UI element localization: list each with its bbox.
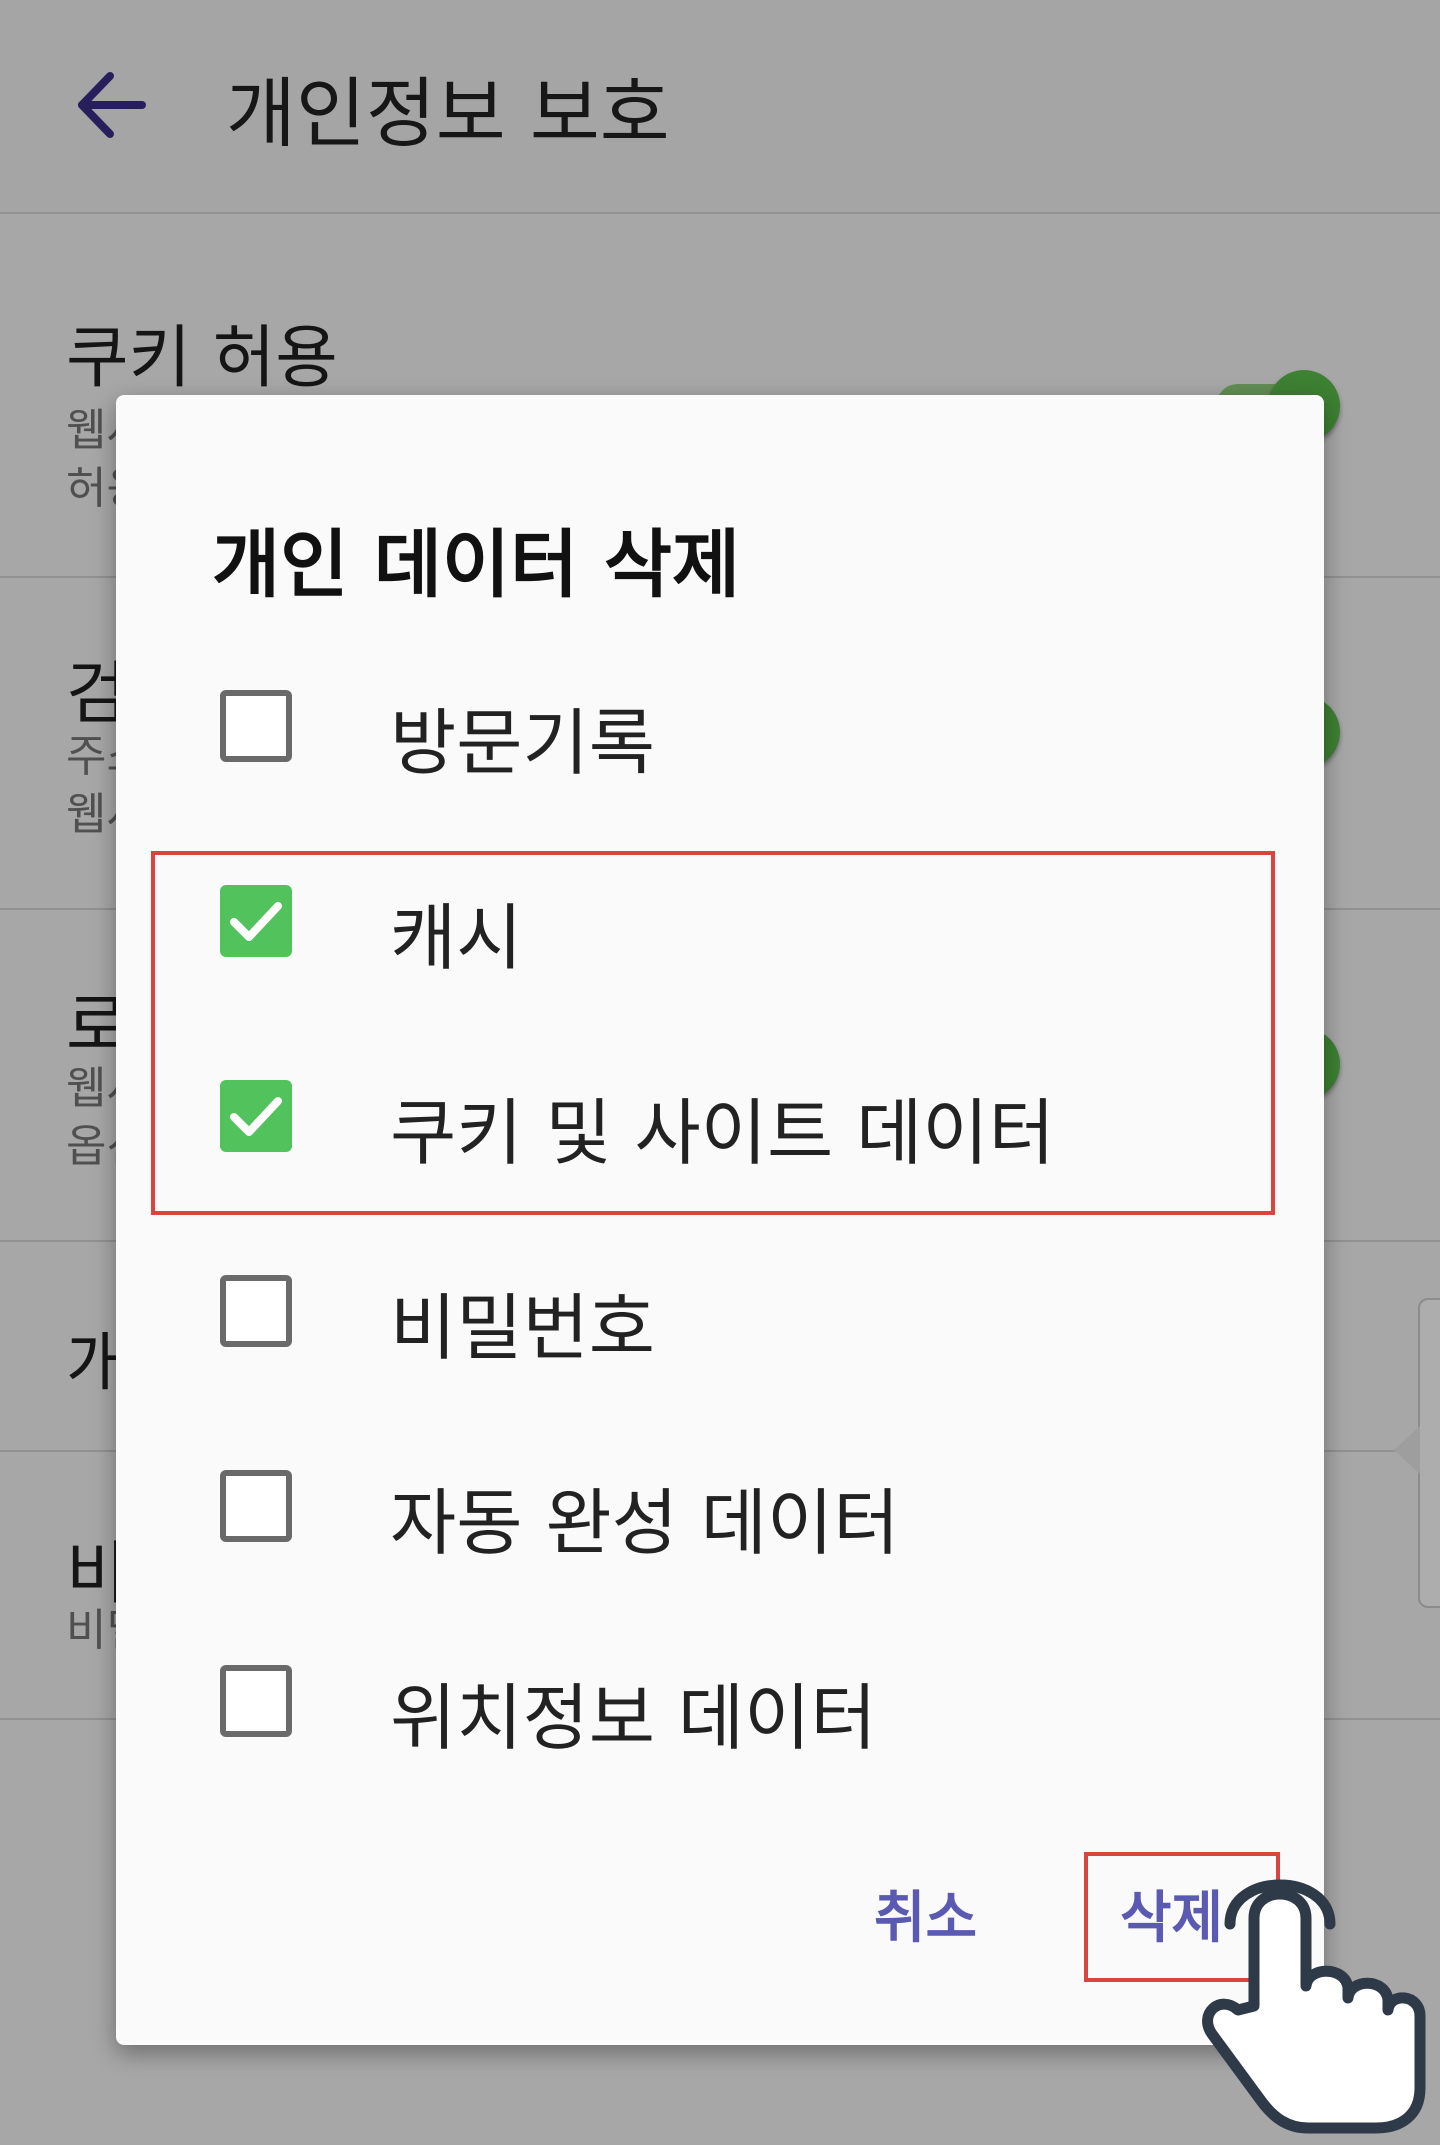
option-history[interactable]: 방문기록	[116, 670, 1324, 790]
selected-options-highlight	[151, 851, 1275, 1215]
delete-private-data-dialog: 개인 데이터 삭제 방문기록 캐시 쿠키 및 사이트 데이터 비밀번호 자동 완…	[116, 395, 1324, 2045]
option-location-data[interactable]: 위치정보 데이터	[116, 1645, 1324, 1765]
option-label: 자동 완성 데이터	[390, 1481, 900, 1565]
pointing-hand-icon	[1202, 1879, 1426, 2134]
dialog-title: 개인 데이터 삭제	[212, 522, 741, 608]
option-label: 비밀번호	[390, 1286, 655, 1370]
option-label: 방문기록	[390, 701, 655, 785]
checkbox-history[interactable]	[220, 690, 292, 762]
cancel-button[interactable]: 취소	[874, 1873, 977, 1954]
checkbox-location-data[interactable]	[220, 1665, 292, 1737]
checkbox-passwords[interactable]	[220, 1275, 292, 1347]
checkbox-autofill[interactable]	[220, 1470, 292, 1542]
option-passwords[interactable]: 비밀번호	[116, 1255, 1324, 1375]
option-label: 위치정보 데이터	[390, 1676, 877, 1760]
option-autofill[interactable]: 자동 완성 데이터	[116, 1450, 1324, 1570]
